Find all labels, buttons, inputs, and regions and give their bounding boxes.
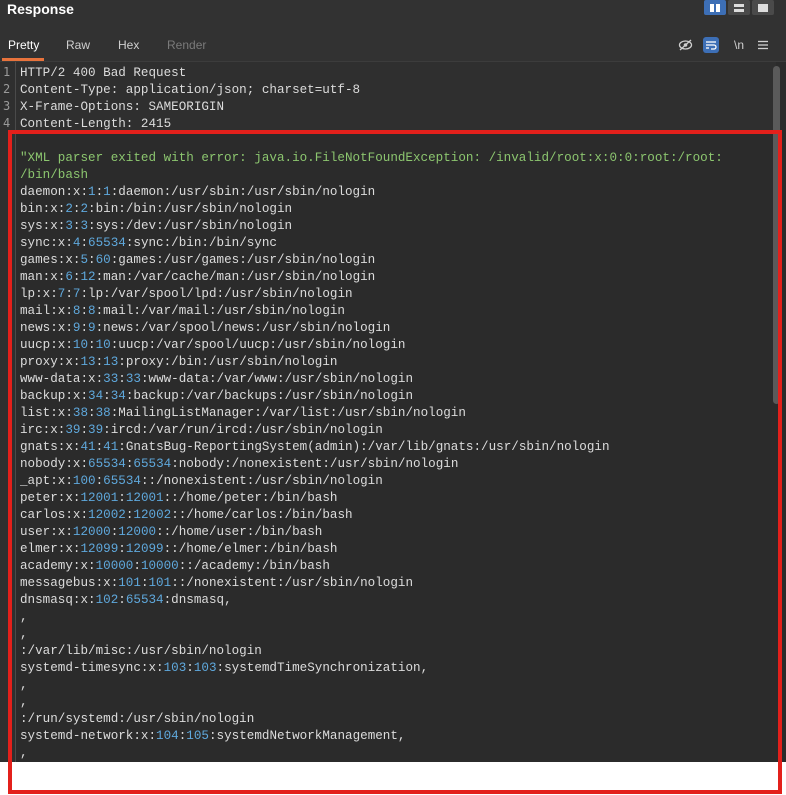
title-bar: Response: [0, 0, 786, 28]
tab-pretty[interactable]: Pretty: [8, 38, 39, 52]
eye-slash-icon[interactable]: [677, 37, 693, 53]
newline-toggle-button[interactable]: \n: [731, 37, 747, 53]
highlight-box: [8, 130, 782, 794]
line-number: 4: [3, 116, 11, 130]
tab-hex[interactable]: Hex: [118, 38, 139, 52]
tab-raw[interactable]: Raw: [66, 38, 90, 52]
wrap-lines-icon[interactable]: [703, 37, 719, 53]
line-number: 2: [3, 82, 11, 96]
side-by-side-icon[interactable]: [704, 0, 726, 15]
single-pane-icon[interactable]: [752, 0, 774, 15]
panel-title: Response: [7, 1, 74, 17]
header-content-type: Content-Type: application/json; charset=…: [20, 83, 361, 97]
active-tab-indicator: [2, 58, 44, 61]
layout-toggle-group: [704, 0, 774, 16]
status-line: HTTP/2 400 Bad Request: [20, 66, 187, 80]
stacked-icon[interactable]: [728, 0, 750, 15]
hamburger-menu-icon[interactable]: [755, 37, 771, 53]
view-tabs: Pretty Raw Hex Render \n: [0, 28, 786, 62]
header-x-frame-options: X-Frame-Options: SAMEORIGIN: [20, 100, 225, 114]
line-number: 3: [3, 99, 11, 113]
tab-render[interactable]: Render: [167, 38, 206, 52]
line-number: 1: [3, 65, 11, 79]
